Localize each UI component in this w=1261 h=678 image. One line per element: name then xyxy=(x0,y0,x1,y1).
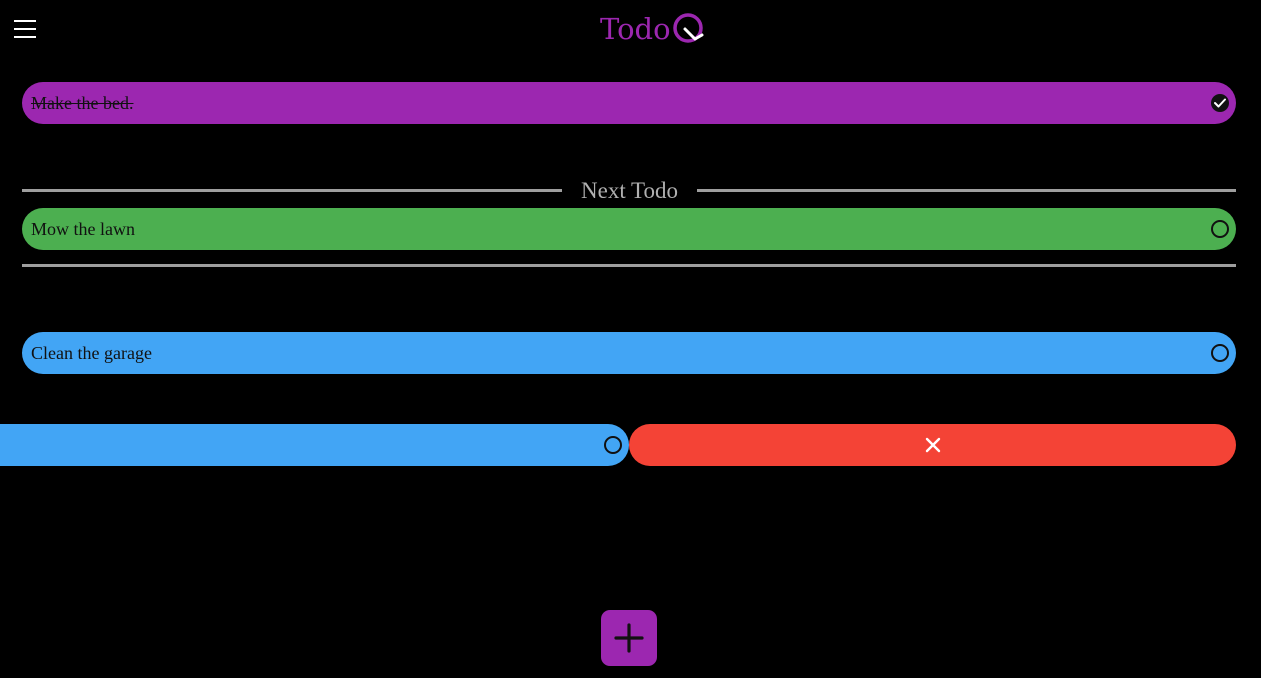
next-section-divider-left xyxy=(22,189,562,192)
checkmark-glyph xyxy=(1214,98,1226,108)
todo-item-completed[interactable]: Make the bed. xyxy=(22,82,1236,124)
logo-text: Todo xyxy=(600,12,671,46)
plus-icon xyxy=(614,623,644,653)
menu-bar-middle xyxy=(14,28,36,30)
hamburger-menu-icon[interactable] xyxy=(14,20,36,38)
circle-outline-icon[interactable] xyxy=(604,436,622,454)
delete-todo-button[interactable] xyxy=(629,424,1236,466)
todo-text: Mow the lawn xyxy=(31,218,135,239)
todo-item-swiped[interactable] xyxy=(0,424,629,466)
add-todo-button[interactable] xyxy=(601,610,657,666)
app-logo: Todo xyxy=(600,9,711,49)
menu-bar-top xyxy=(14,20,36,22)
todo-text: Clean the garage xyxy=(31,342,152,363)
close-x-icon xyxy=(925,437,940,453)
menu-bar-bottom xyxy=(14,36,36,38)
todo-item-next[interactable]: Mow the lawn xyxy=(22,208,1236,250)
next-todo-heading: Next Todo xyxy=(581,178,678,203)
next-section-divider-bottom xyxy=(22,264,1236,267)
next-section-divider-right xyxy=(697,189,1236,192)
circle-outline-icon[interactable] xyxy=(1211,344,1229,362)
todo-item-pending[interactable]: Clean the garage xyxy=(22,332,1236,374)
app-root: Todo Make the bed. Next Todo Mow the law… xyxy=(0,0,1261,678)
check-circle-icon[interactable] xyxy=(1211,94,1229,112)
q-checkmark-logo-icon xyxy=(672,13,704,43)
circle-outline-icon[interactable] xyxy=(1211,220,1229,238)
todo-text: Make the bed. xyxy=(31,92,134,113)
